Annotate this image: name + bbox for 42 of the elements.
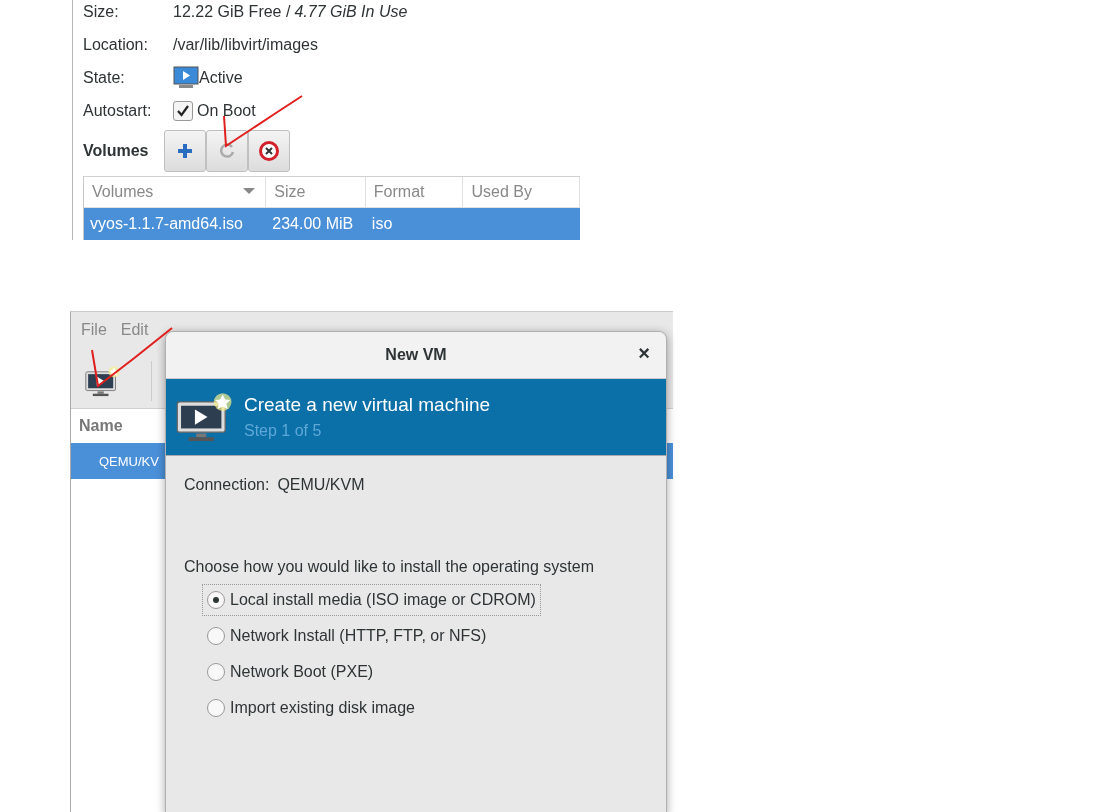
refresh-button[interactable]: [206, 130, 248, 172]
dialog-title: New VM: [385, 346, 447, 364]
field-label: Size:: [83, 2, 120, 21]
install-option[interactable]: Import existing disk image: [202, 692, 420, 724]
delete-icon: [258, 140, 280, 162]
add-button[interactable]: [164, 130, 206, 172]
radio-button[interactable]: [207, 591, 225, 609]
plus-icon: [176, 142, 194, 160]
install-option[interactable]: Network Boot (PXE): [202, 656, 379, 688]
step-label: Step 1 of 5: [244, 422, 323, 440]
radio-button[interactable]: [207, 627, 225, 645]
monitor-icon: [173, 65, 199, 90]
radio-button[interactable]: [207, 699, 225, 717]
sort-caret-icon: [243, 188, 256, 196]
table-cell-text: iso: [370, 215, 394, 233]
refresh-icon: [218, 142, 236, 160]
monitor-icon: [176, 390, 234, 444]
install-option[interactable]: Local install media (ISO image or CDROM): [202, 584, 541, 616]
field-label: State:: [83, 68, 126, 87]
table-cell-text: vyos-1.1.7-amd64.iso: [89, 215, 244, 233]
menu-item[interactable]: Edit: [120, 321, 149, 345]
delete-button[interactable]: [248, 130, 290, 172]
banner-title: Create a new virtual machine: [244, 394, 491, 416]
connection-label: Connection:: [184, 476, 270, 494]
field-value: /var/lib/libvirt/images: [173, 35, 318, 54]
volumes-label: Volumes: [83, 142, 150, 160]
volume-row[interactable]: vyos-1.1.7-amd64.iso 234.00 MiB iso: [84, 208, 580, 240]
new-vm-icon: [85, 364, 121, 398]
checkbox-label: On Boot: [197, 101, 256, 120]
field-label: Autostart:: [83, 101, 153, 120]
field-value: 12.22 GiB Free / 4.77 GiB In Use: [173, 2, 408, 21]
close-button[interactable]: ×: [634, 342, 654, 365]
radio-button[interactable]: [207, 663, 225, 681]
column-header[interactable]: Name: [79, 417, 123, 435]
autostart-checkbox[interactable]: [173, 100, 193, 121]
field-label: Location:: [83, 35, 149, 54]
connection-value: QEMU/KVM: [277, 476, 365, 494]
menu-item[interactable]: File: [81, 321, 107, 345]
install-prompt: Choose how you would like to install the operating system: [184, 558, 595, 576]
table-cell-text: 234.00 MiB: [271, 215, 355, 233]
install-option[interactable]: Network Install (HTTP, FTP, or NFS): [202, 620, 492, 652]
state-value: Active: [199, 68, 243, 87]
